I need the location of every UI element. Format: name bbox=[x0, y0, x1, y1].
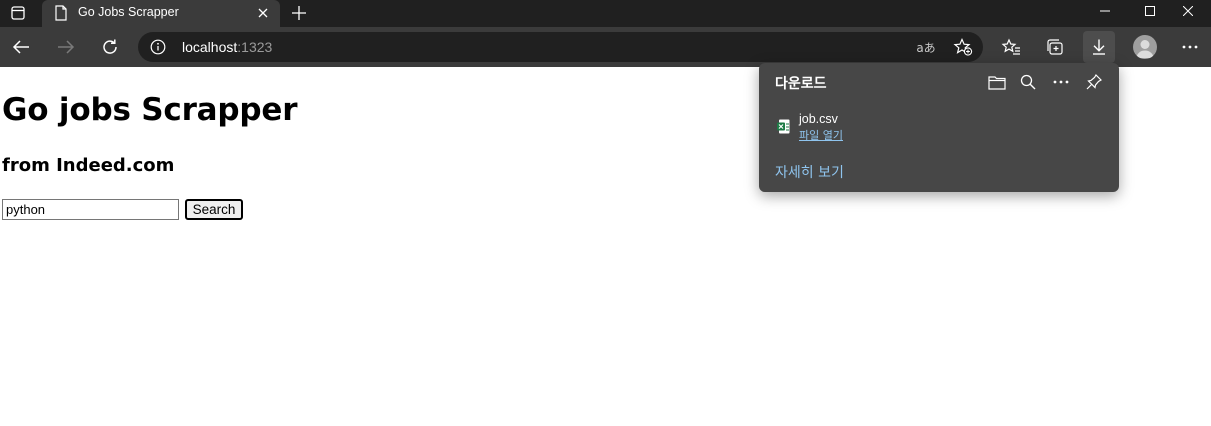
downloads-button[interactable] bbox=[1083, 31, 1115, 63]
url-text[interactable]: localhost:1323 bbox=[182, 39, 272, 55]
maximize-icon bbox=[1145, 6, 1155, 16]
tab-strip: Go Jobs Scrapper bbox=[0, 0, 1211, 27]
close-window-button[interactable] bbox=[1165, 0, 1211, 22]
download-file-name: job.csv bbox=[799, 112, 838, 126]
pin-icon bbox=[1086, 74, 1102, 90]
arrow-left-icon bbox=[12, 40, 29, 54]
refresh-button[interactable] bbox=[94, 31, 126, 63]
downloads-flyout: 다운로드 job.csv 파일 열기 자세히 보기 bbox=[759, 63, 1119, 192]
minimize-icon bbox=[1100, 10, 1110, 12]
collections-icon bbox=[1047, 39, 1063, 55]
see-more-link[interactable]: 자세히 보기 bbox=[775, 162, 844, 182]
info-icon[interactable] bbox=[150, 39, 166, 55]
tab-actions-icon bbox=[11, 6, 25, 20]
page-subtitle: from Indeed.com bbox=[2, 155, 175, 176]
open-file-link[interactable]: 파일 열기 bbox=[799, 127, 843, 143]
translate-icon: aあ bbox=[916, 40, 936, 55]
pin-downloads-button[interactable] bbox=[1083, 72, 1105, 92]
star-add-icon bbox=[953, 38, 973, 56]
close-icon bbox=[258, 8, 268, 18]
search-input[interactable] bbox=[2, 199, 179, 220]
tab-go-jobs-scrapper[interactable]: Go Jobs Scrapper bbox=[42, 0, 280, 27]
page-title: Go jobs Scrapper bbox=[2, 92, 298, 128]
page-icon bbox=[55, 5, 67, 21]
tab-close-button[interactable] bbox=[255, 5, 271, 21]
refresh-icon bbox=[103, 39, 117, 54]
more-horizontal-icon bbox=[1182, 45, 1198, 49]
settings-more-button[interactable] bbox=[1174, 31, 1206, 63]
search-button[interactable]: Search bbox=[185, 199, 243, 220]
downloads-title: 다운로드 bbox=[775, 76, 827, 92]
profile-avatar[interactable] bbox=[1133, 35, 1157, 59]
collections-button[interactable] bbox=[1039, 31, 1071, 63]
url-host: localhost bbox=[182, 39, 238, 55]
add-favorite-button[interactable] bbox=[953, 38, 973, 56]
person-icon bbox=[1136, 40, 1154, 58]
open-downloads-folder-button[interactable] bbox=[986, 72, 1008, 92]
downloads-more-button[interactable] bbox=[1050, 72, 1072, 92]
more-horizontal-icon bbox=[1053, 80, 1069, 84]
excel-file-icon bbox=[777, 119, 790, 134]
search-downloads-button[interactable] bbox=[1017, 72, 1039, 92]
plus-icon bbox=[292, 6, 306, 20]
close-icon bbox=[1183, 6, 1193, 16]
read-aloud-button[interactable]: aあ bbox=[916, 38, 936, 56]
folder-icon bbox=[988, 75, 1006, 90]
favorites-icon bbox=[1001, 38, 1020, 55]
tab-title: Go Jobs Scrapper bbox=[78, 5, 179, 19]
minimize-button[interactable] bbox=[1082, 0, 1128, 22]
arrow-right-icon bbox=[58, 40, 75, 54]
download-icon bbox=[1093, 39, 1105, 55]
search-icon bbox=[1020, 74, 1036, 90]
browser-toolbar: localhost:1323 aあ bbox=[0, 27, 1211, 67]
url-port: :1323 bbox=[237, 39, 273, 55]
address-bar[interactable]: localhost:1323 aあ bbox=[138, 32, 983, 62]
favorites-button[interactable] bbox=[995, 31, 1027, 63]
new-tab-button[interactable] bbox=[288, 2, 310, 24]
tab-actions-button[interactable] bbox=[6, 3, 30, 23]
forward-button[interactable] bbox=[50, 31, 82, 63]
back-button[interactable] bbox=[5, 31, 37, 63]
